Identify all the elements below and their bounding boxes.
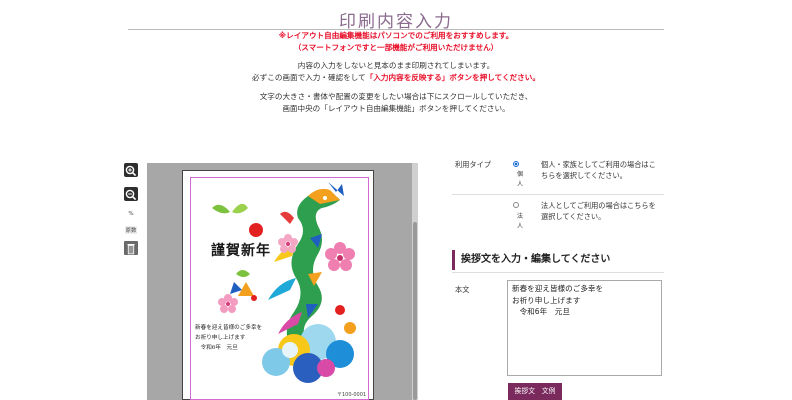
info-line-2-text: 必ずこの画面で入力・確認をして xyxy=(252,73,366,82)
card-message[interactable]: 新春を迎え皆様のご多幸を お祈り申し上げます 令和6年 元旦 xyxy=(195,323,262,353)
zoom-out-button[interactable] xyxy=(124,187,138,201)
card-title[interactable]: 謹賀新年 xyxy=(211,240,271,260)
greeting-body-textarea[interactable]: 新春を迎え皆様のご多幸を お祈り申し上げます 令和6年 元旦 xyxy=(507,280,662,376)
usage-divider xyxy=(452,194,664,195)
usage-corporate-desc: 法人としてご利用の場合はこちらを 選択してください。 xyxy=(541,200,656,222)
greeting-divider xyxy=(452,272,664,273)
warning-notice: ※レイアウト自由編集機能はパソコンでのご利用をおすすめします。 （スマートフォン… xyxy=(0,30,792,54)
usage-individual-desc-1: 個人・家族としてご利用の場合はこ xyxy=(541,160,656,169)
info-line-4: 画面中央の「レイアウト自由編集機能」ボタンを押してください。 xyxy=(282,104,510,113)
usage-corporate-label: 法 人 xyxy=(516,213,523,230)
info-line-3: 文字の大きさ・書体や配置の変更をしたい場合は下にスクロールしていただき、 xyxy=(259,92,533,101)
info-line-1: 内容の入力をしないと見本のまま印刷されてしまいます。 xyxy=(297,61,495,70)
card-postal-code: 〒100-0001 xyxy=(337,392,367,398)
warning-line-2: （スマートフォンですと一部機能がご利用いただけません） xyxy=(293,43,499,52)
greeting-section-heading: 挨拶文を入力・編集してください xyxy=(452,250,664,270)
preview-scroll-thumb[interactable] xyxy=(413,222,417,400)
reset-button[interactable]: 原数 xyxy=(125,226,137,234)
zoom-percent-label: % xyxy=(128,211,134,217)
warning-line-1: ※レイアウト自由編集機能はパソコンでのご利用をおすすめします。 xyxy=(278,31,514,40)
usage-individual-radio[interactable] xyxy=(513,161,519,167)
usage-individual-desc-2: ちらを選択してください。 xyxy=(541,171,627,180)
body-label: 本文 xyxy=(455,285,470,294)
greeting-sample-button[interactable]: 挨拶文 文例 xyxy=(508,383,562,400)
info-line-2-highlight: 「入力内容を反映する」ボタンを押してください。 xyxy=(365,73,540,82)
info-line-2: 必ずこの画面で入力・確認をして「入力内容を反映する」ボタンを押してください。 xyxy=(0,72,792,84)
delete-button[interactable] xyxy=(124,241,138,255)
usage-type-label: 利用タイプ xyxy=(455,160,491,169)
usage-corporate-desc-1: 法人としてご利用の場合はこちらを xyxy=(541,201,656,210)
usage-individual-label: 個 人 xyxy=(516,171,523,188)
scroll-notice: 文字の大きさ・書体や配置の変更をしたい場合は下にスクロールしていただき、 画面中… xyxy=(0,91,792,115)
usage-corporate-radio[interactable] xyxy=(513,202,519,208)
zoom-in-icon xyxy=(125,165,137,177)
zoom-in-button[interactable] xyxy=(124,163,138,177)
trash-icon xyxy=(127,244,135,255)
dragon-illustration xyxy=(212,182,356,383)
zoom-out-icon xyxy=(125,189,137,201)
usage-corporate-desc-2: 選択してください。 xyxy=(541,212,606,221)
info-notice: 内容の入力をしないと見本のまま印刷されてしまいます。 必ずこの画面で入力・確認を… xyxy=(0,60,792,84)
usage-individual-desc: 個人・家族としてご利用の場合はこ ちらを選択してください。 xyxy=(541,159,656,181)
